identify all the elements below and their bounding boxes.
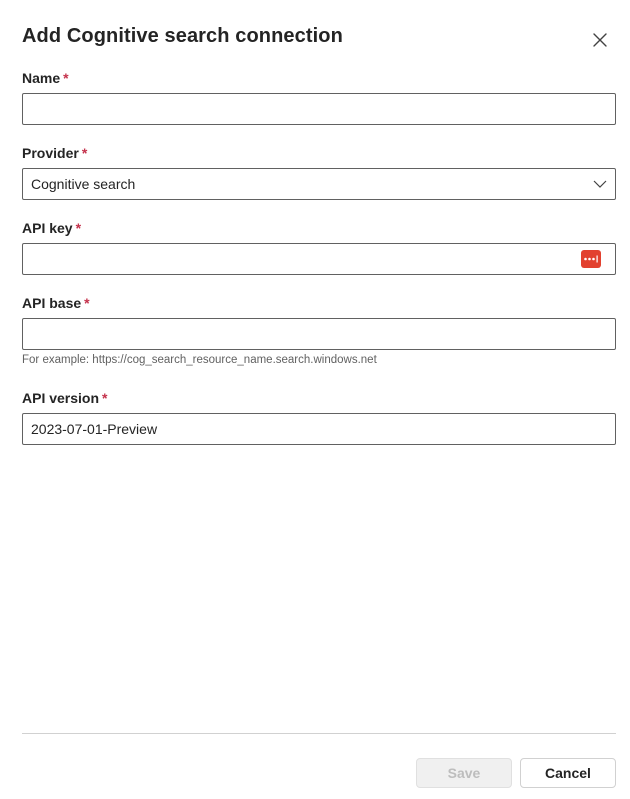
api-base-label-text: API base [22,295,82,311]
api-base-hint: For example: https://cog_search_resource… [22,354,377,366]
api-version-input[interactable]: 2023-07-01-Preview [22,413,616,445]
api-base-input[interactable] [22,318,616,350]
password-dots-icon [584,255,598,263]
api-version-label-text: API version [22,390,100,406]
api-key-input[interactable] [22,243,616,275]
required-marker: * [63,70,69,86]
password-manager-icon[interactable] [581,250,601,268]
provider-label: Provider * [22,145,87,161]
dialog-title: Add Cognitive search connection [22,25,343,47]
api-base-label: API base * [22,295,90,311]
chevron-down-icon [593,180,607,188]
footer-divider [22,733,616,734]
api-key-label-text: API key [22,220,73,236]
name-input[interactable] [22,93,616,125]
name-label-text: Name [22,70,61,86]
required-marker: * [75,220,82,236]
required-marker: * [102,390,108,406]
api-key-label: API key * [22,220,81,236]
name-label: Name * [22,70,69,86]
close-button[interactable] [586,26,614,54]
provider-dropdown-value: Cognitive search [31,176,136,192]
cancel-button[interactable]: Cancel [520,758,616,788]
required-marker: * [84,295,90,311]
required-marker: * [81,145,88,161]
provider-label-text: Provider [22,145,79,161]
api-version-label: API version * [22,390,107,406]
close-icon [593,33,607,47]
save-button[interactable]: Save [416,758,512,788]
api-version-input-value: 2023-07-01-Preview [31,421,158,437]
provider-dropdown[interactable]: Cognitive search [22,168,616,200]
